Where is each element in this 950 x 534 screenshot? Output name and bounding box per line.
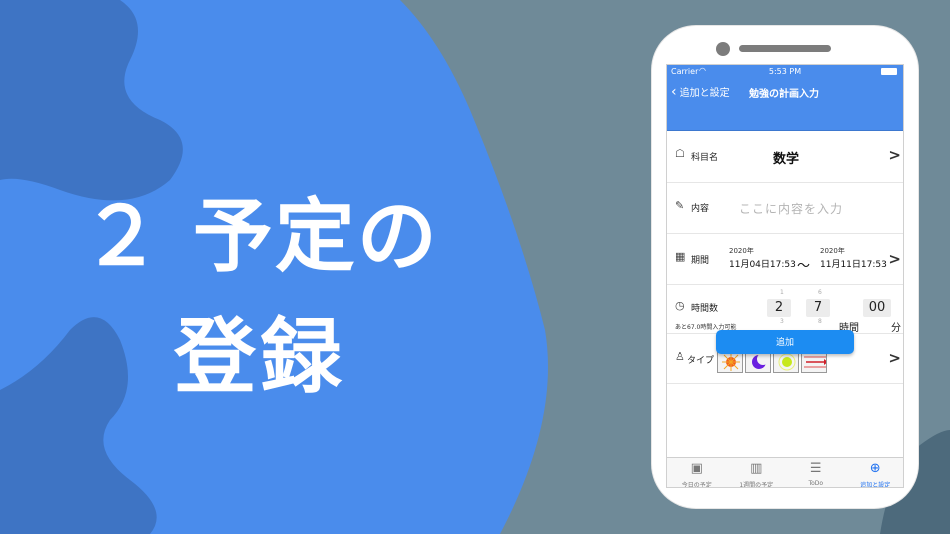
type-arrow[interactable]: > [888, 349, 901, 367]
headline-line-2: 登録 [173, 310, 346, 405]
type-label: タイプ [687, 356, 715, 366]
hour-picker-2[interactable]: 7 [806, 299, 830, 317]
checklist-icon: ☰ [809, 461, 822, 476]
calendar-grid-icon: ▥ [750, 461, 763, 476]
content-row[interactable]: ✎ 内容 ここに内容を入力 [667, 183, 903, 234]
hours-label: 時間数 [691, 304, 719, 314]
subject-row[interactable]: ☖ 科目名 数学 > [667, 131, 903, 183]
picker-ghost-bottom: 3 [780, 318, 784, 325]
type-icon: ♙ [675, 350, 685, 363]
hours-row: ◷ 時間数 あと67.0時間入力可能 1 2 3 6 7 8 時間 00 分 [667, 285, 903, 334]
tab-todo[interactable]: ☰ ToDo [786, 458, 846, 487]
square-icon: ▣ [690, 461, 703, 476]
subject-arrow[interactable]: > [888, 146, 901, 164]
start-date[interactable]: 11月04日17:53 [729, 257, 796, 270]
status-bar: Carrier ◠ 5:53 PM [667, 65, 903, 79]
tab-today[interactable]: ▣ 今日の予定 [667, 458, 727, 488]
picker-ghost-bottom-2: 8 [818, 318, 822, 325]
tab-week[interactable]: ▥ 1週間の予定 [727, 458, 787, 488]
minute-unit: 分 [891, 323, 901, 334]
headline-line-1: ２ 予定の [81, 190, 439, 283]
subject-label: 科目名 [691, 153, 719, 163]
person-icon: ☖ [675, 147, 685, 160]
tab-add-settings-label: 追加と設定 [860, 482, 891, 488]
battery-icon [881, 68, 897, 75]
picker-ghost-top-2: 6 [818, 289, 822, 296]
phone-frame: Carrier ◠ 5:53 PM ‹ 追加と設定 勉強の計画入力 ☖ 科目名 … [652, 26, 918, 508]
app-screen: Carrier ◠ 5:53 PM ‹ 追加と設定 勉強の計画入力 ☖ 科目名 … [666, 64, 904, 488]
camera-dot [716, 42, 730, 56]
add-button[interactable]: 追加 [716, 330, 854, 354]
stopwatch-icon: ◷ [675, 299, 685, 312]
end-year: 2020年 [820, 247, 845, 255]
tab-week-label: 1週間の予定 [739, 482, 774, 488]
back-label: 追加と設定 [679, 88, 730, 99]
content-label: 内容 [691, 204, 710, 214]
period-row[interactable]: ▦ 期間 2020年 11月04日17:53 〜 2020年 11月11日17:… [667, 234, 903, 285]
content-input[interactable]: ここに内容を入力 [739, 200, 843, 217]
hour-picker-1[interactable]: 2 [767, 299, 791, 317]
start-year: 2020年 [729, 247, 754, 255]
subject-value: 数学 [773, 152, 800, 167]
end-date[interactable]: 11月11日17:53 [820, 257, 887, 270]
speaker-grille [739, 45, 831, 52]
tab-today-label: 今日の予定 [681, 482, 712, 488]
edit-icon: ✎ [675, 199, 685, 212]
tab-bar: ▣ 今日の予定 ▥ 1週間の予定 ☰ ToDo ⊕ 追加と設定 [667, 457, 904, 488]
tab-todo-label: ToDo [808, 480, 824, 487]
plus-circle-icon: ⊕ [869, 461, 881, 476]
minute-picker[interactable]: 00 [863, 299, 891, 317]
period-label: 期間 [691, 256, 710, 266]
picker-ghost-top: 1 [780, 289, 784, 296]
status-time: 5:53 PM [768, 67, 802, 76]
chevron-left-icon: ‹ [671, 83, 677, 100]
calendar-icon: ▦ [675, 250, 686, 263]
period-separator: 〜 [797, 259, 811, 274]
tab-add-settings[interactable]: ⊕ 追加と設定 [846, 458, 904, 488]
back-button[interactable]: ‹ 追加と設定 [671, 83, 730, 100]
nav-title: 勉強の計画入力 [749, 89, 819, 100]
period-arrow[interactable]: > [888, 250, 901, 268]
navigation-bar: ‹ 追加と設定 勉強の計画入力 [667, 79, 903, 131]
